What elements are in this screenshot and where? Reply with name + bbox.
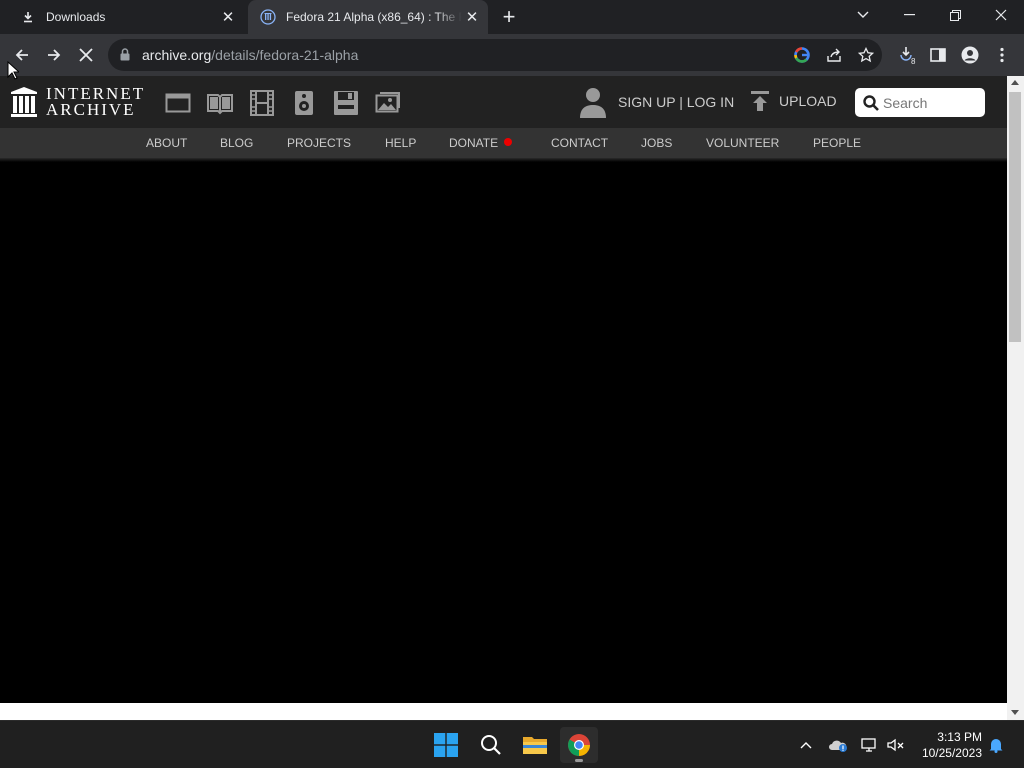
side-panel-icon[interactable] <box>924 41 952 69</box>
tab-fedora[interactable]: Fedora 21 Alpha (x86_64) : The Fedora Pr… <box>248 0 488 34</box>
close-tab-icon[interactable]: ✕ <box>462 7 482 27</box>
chrome-menu-icon[interactable] <box>988 41 1016 69</box>
browser-toolbar: archive.org/details/fedora-21-alpha 8 <box>0 34 1024 76</box>
mouse-cursor-icon <box>7 61 19 80</box>
scroll-down-arrow-icon[interactable] <box>1011 710 1019 715</box>
bookmark-star-icon[interactable] <box>856 45 876 65</box>
audio-icon[interactable] <box>291 90 317 116</box>
extension-download-icon[interactable]: 8 <box>894 41 922 69</box>
address-bar[interactable]: archive.org/details/fedora-21-alpha <box>108 39 882 71</box>
texts-icon[interactable] <box>207 90 233 116</box>
upload-label: UPLOAD <box>779 93 837 109</box>
url-path: /details/fedora-21-alpha <box>211 47 359 63</box>
upload-button[interactable]: UPLOAD <box>750 90 837 112</box>
profile-avatar-icon[interactable] <box>956 41 984 69</box>
signup-login-link[interactable]: SIGN UP | LOG IN <box>578 86 734 118</box>
user-avatar-icon <box>580 88 606 118</box>
logo-text: INTERNET ARCHIVE <box>46 85 145 119</box>
running-indicator <box>575 759 583 762</box>
minimize-button[interactable] <box>886 0 932 30</box>
close-window-button[interactable] <box>978 0 1024 30</box>
chrome-icon <box>568 734 590 756</box>
page-scrollbar[interactable] <box>1007 76 1024 720</box>
nav-volunteer[interactable]: VOLUNTEER <box>706 136 779 150</box>
internet-archive-favicon <box>260 9 276 25</box>
nav-donate[interactable]: DONATE <box>449 136 513 150</box>
google-lens-icon[interactable] <box>792 45 812 65</box>
nav-projects[interactable]: PROJECTS <box>287 136 351 150</box>
start-button[interactable] <box>427 727 465 763</box>
tab-downloads[interactable]: Downloads ✕ <box>8 0 244 34</box>
nav-blog[interactable]: BLOG <box>220 136 253 150</box>
ia-search-box[interactable] <box>855 88 985 117</box>
web-icon[interactable] <box>165 90 191 116</box>
onedrive-icon[interactable] <box>828 735 848 755</box>
windows-taskbar: 3:13 PM 10/25/2023 <box>0 720 1024 768</box>
clock-date: 10/25/2023 <box>921 746 982 760</box>
notification-bell-icon[interactable] <box>986 735 1006 755</box>
screen: Downloads ✕ Fedora 21 Alpha (x86_64) : T… <box>0 0 1024 768</box>
stop-loading-button[interactable] <box>72 41 100 69</box>
signup-login-label: SIGN UP | LOG IN <box>618 94 735 110</box>
video-icon[interactable] <box>249 90 275 116</box>
nav-help[interactable]: HELP <box>385 136 416 150</box>
logo-line2: ARCHIVE <box>46 100 136 119</box>
scroll-up-arrow-icon[interactable] <box>1011 80 1019 85</box>
software-icon[interactable] <box>333 90 359 116</box>
volume-muted-icon[interactable] <box>886 735 906 755</box>
extension-badge: 8 <box>911 57 916 65</box>
start-icon <box>434 733 458 757</box>
chrome-taskbar-button[interactable] <box>560 727 598 763</box>
url-text[interactable]: archive.org/details/fedora-21-alpha <box>142 47 358 63</box>
file-explorer-button[interactable] <box>516 727 554 763</box>
taskbar-search-button[interactable] <box>472 727 510 763</box>
network-icon[interactable] <box>860 735 880 755</box>
taskbar-clock[interactable]: 3:13 PM 10/25/2023 <box>910 729 982 761</box>
tab-title: Downloads <box>46 10 106 24</box>
new-tab-button[interactable]: + <box>498 6 520 29</box>
tab-search-icon[interactable] <box>840 0 886 30</box>
tab-strip: Downloads ✕ Fedora 21 Alpha (x86_64) : T… <box>0 0 1024 34</box>
ia-header: INTERNET ARCHIVE SIGN UP | LOG IN UPLOAD… <box>0 76 1007 128</box>
upload-icon <box>751 91 769 111</box>
nav-about[interactable]: ABOUT <box>146 136 187 150</box>
show-hidden-icons-chevron-icon[interactable] <box>796 735 816 755</box>
file-explorer-icon <box>523 737 547 754</box>
scroll-thumb[interactable] <box>1009 92 1021 342</box>
close-tab-icon[interactable]: ✕ <box>218 7 238 27</box>
tab-title: Fedora 21 Alpha (x86_64) : The Fedora Pr… <box>286 10 462 24</box>
clock-time: 3:13 PM <box>937 730 982 744</box>
nav-people[interactable]: PEOPLE <box>813 136 861 150</box>
page-content-area <box>0 162 1007 703</box>
download-icon <box>20 9 36 25</box>
lock-icon[interactable] <box>120 48 130 66</box>
archive-building-icon <box>11 87 37 117</box>
ia-nav-bar: ABOUT BLOG PROJECTS HELP DONATE CONTACT … <box>0 128 1007 158</box>
url-host: archive.org <box>142 47 212 63</box>
images-icon[interactable] <box>375 90 401 116</box>
search-icon <box>481 735 501 755</box>
nav-contact[interactable]: CONTACT <box>551 136 608 150</box>
search-input[interactable] <box>883 94 978 111</box>
search-icon <box>863 94 879 111</box>
donate-heart-icon <box>504 138 513 146</box>
nav-donate-label: DONATE <box>449 136 499 150</box>
internet-archive-logo[interactable]: INTERNET ARCHIVE <box>10 85 145 119</box>
share-icon[interactable] <box>824 45 844 65</box>
nav-jobs[interactable]: JOBS <box>641 136 672 150</box>
forward-button[interactable] <box>40 41 68 69</box>
page-content-footer <box>0 703 1007 720</box>
restore-button[interactable] <box>932 0 978 30</box>
